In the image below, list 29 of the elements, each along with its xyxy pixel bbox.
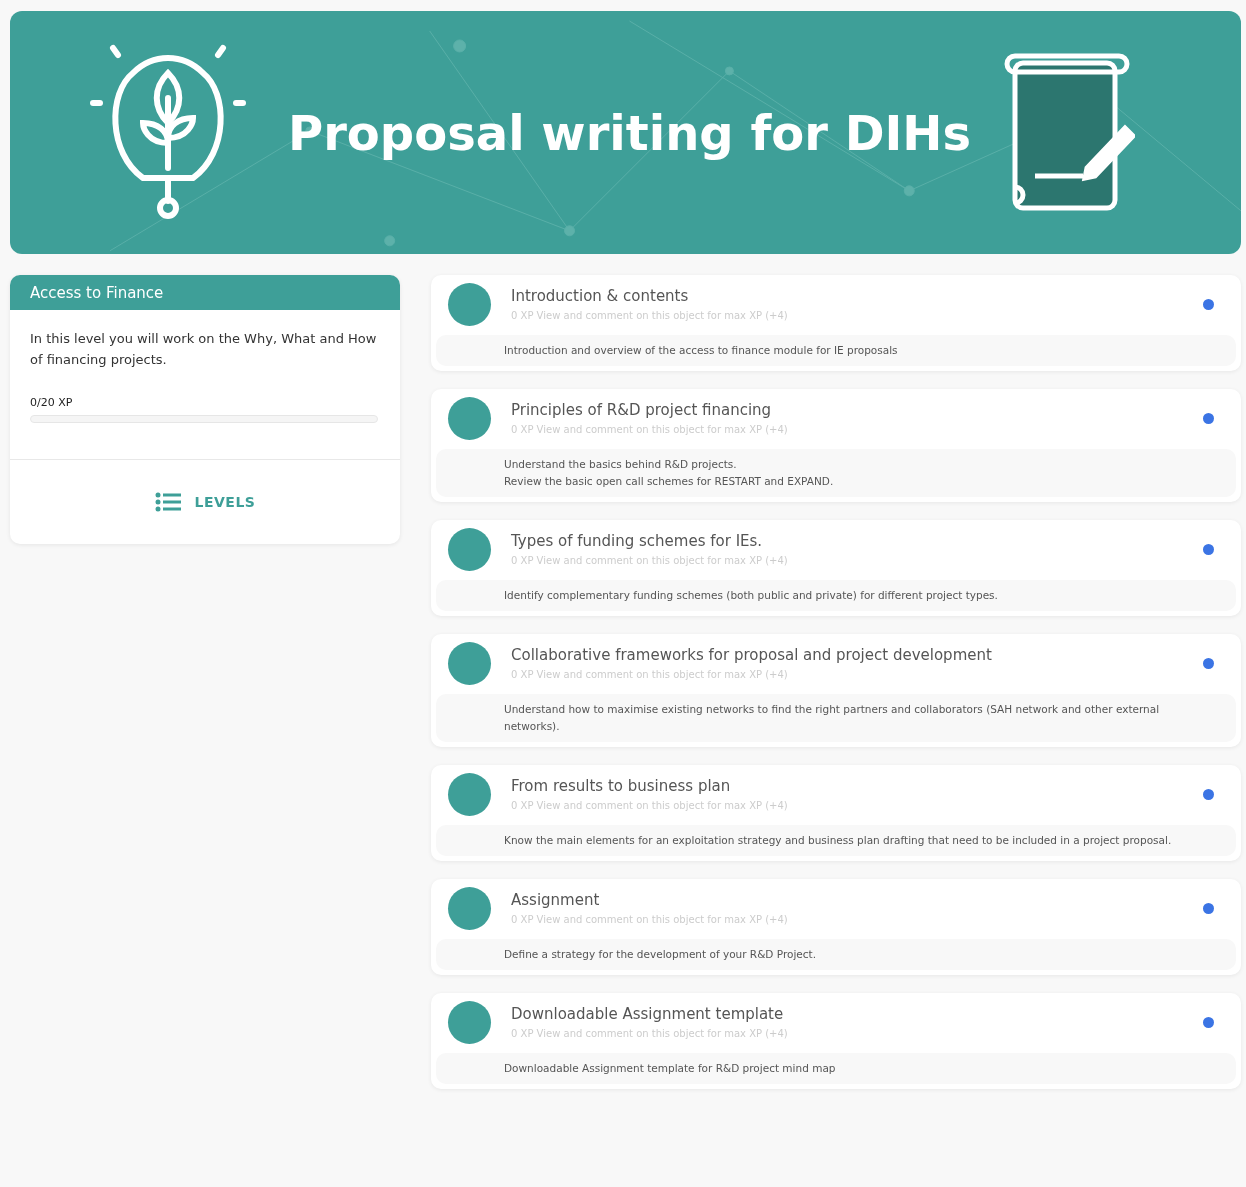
xp-counter: 0/20 XP [30,396,73,409]
list-icon [154,492,181,512]
thumbnail-placeholder [448,282,491,326]
thumbnail-placeholder [448,527,491,571]
object-title[interactable]: Introduction & contents [511,287,1183,305]
object-description: Introduction and overview of the access to finance module for IE proposals [504,343,899,358]
thumbnail-placeholder [448,396,491,440]
object-description: Know the main elements for an exploitation strategy and business plan drafting that need to be included in a project proposal. [504,833,1173,848]
object-title[interactable]: Downloadable Assignment template [511,1005,1183,1023]
object-title[interactable]: Assignment [511,891,1183,909]
banner-title: Proposal writing for DIHs [288,104,972,161]
level-description: In this level you will work on the Why, What and How of financing projects. [30,330,378,369]
object-description: Downloadable Assignment template for R&D project mind map [504,1061,837,1076]
object-description: Review the basic open call schemes for RESTART and EXPAND. [504,474,835,489]
object-description: Understand the basics behind R&D projects. [504,457,738,472]
thumbnail-placeholder [448,772,491,816]
object-description: Identify complementary funding schemes (both public and private) for different project types. [504,588,999,603]
object-title[interactable]: Collaborative frameworks for proposal and project development [511,646,1183,664]
thumbnail-placeholder [448,1000,491,1044]
object-card[interactable] [431,634,1241,747]
object-title[interactable]: From results to business plan [511,777,1183,795]
object-card[interactable] [431,765,1241,861]
object-description: Understand how to maximise existing networks to find the right partners and collaborators (SAH network and other external networks). [504,702,1161,734]
object-description: Define a strategy for the development of your R&D Project. [504,947,818,962]
thumbnail-placeholder [448,641,491,685]
thumbnail-placeholder [448,886,491,930]
object-title[interactable]: Principles of R&D project financing [511,401,1183,419]
level-title: Access to Finance [10,275,400,310]
object-title[interactable]: Types of funding schemes for IEs. [511,532,1183,550]
